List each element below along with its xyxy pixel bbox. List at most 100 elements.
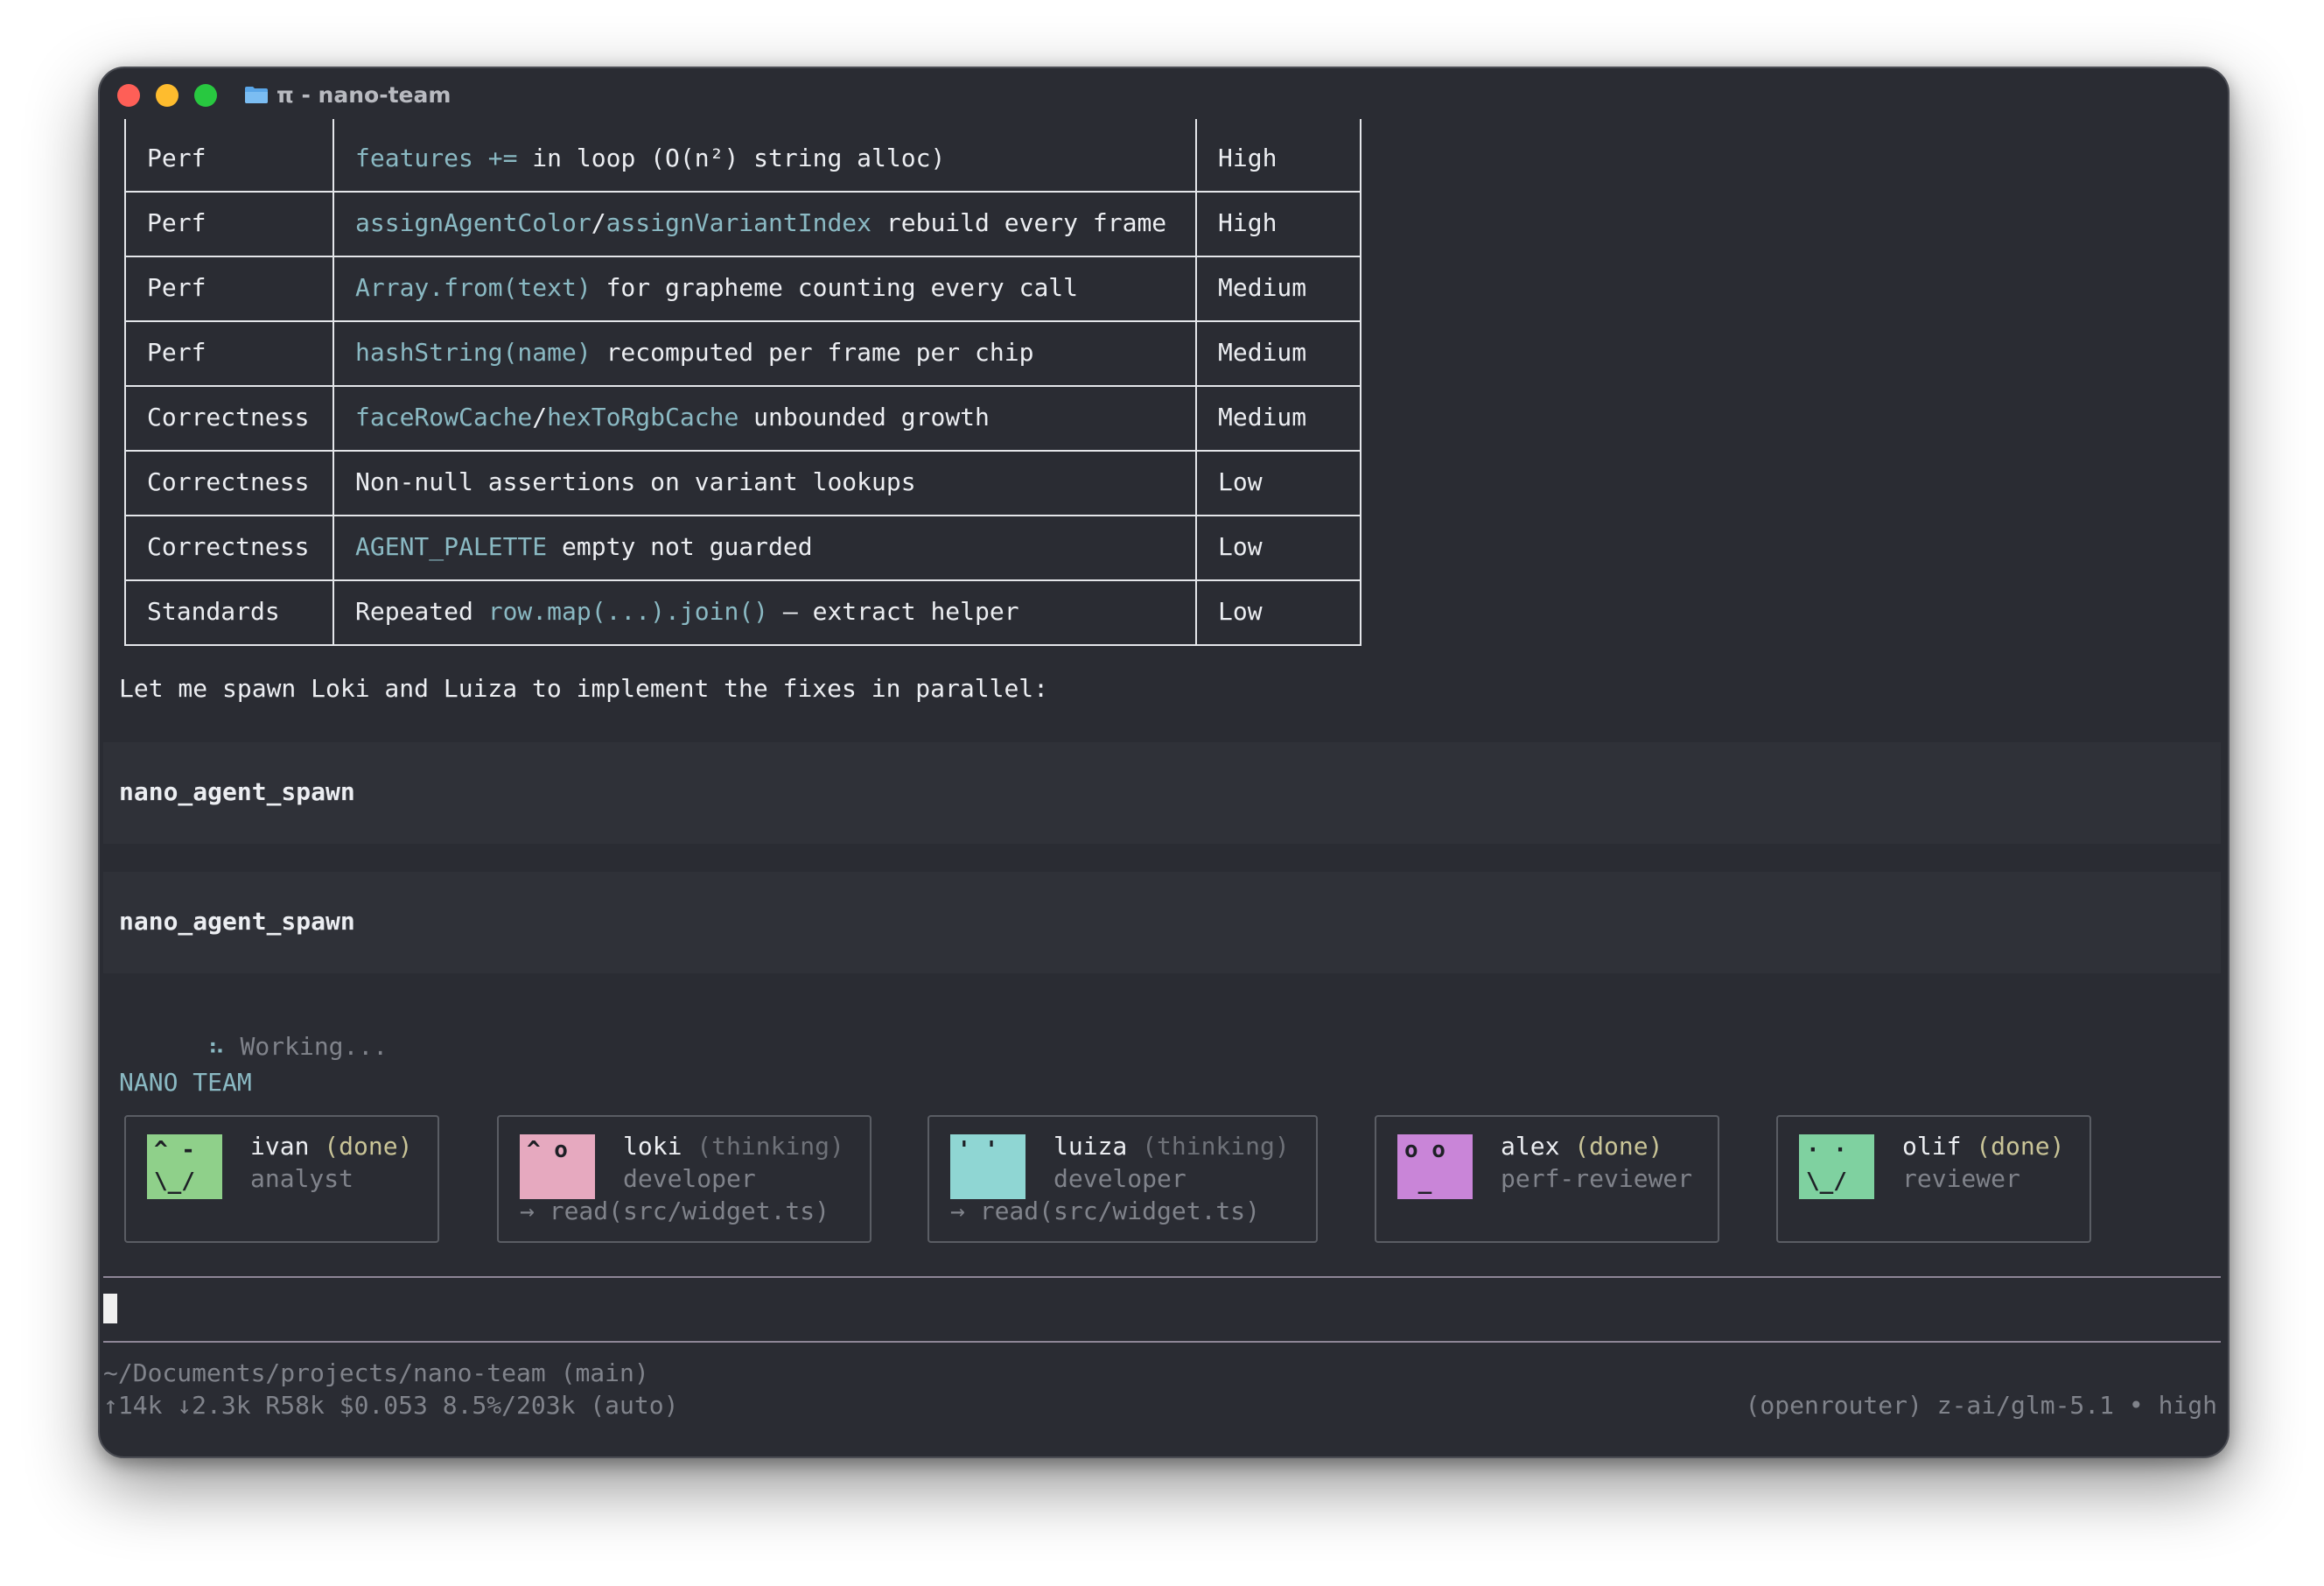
category-cell: Perf (147, 338, 206, 367)
agent-activity: → read(src/widget.ts) (950, 1197, 1261, 1225)
text-span: Non-null assertions on variant lookups (355, 467, 916, 496)
category-cell: Standards (147, 597, 280, 626)
agent-state: (done) (1559, 1132, 1663, 1161)
terminal-window: π - nano-team Perf features += in loop (O… (98, 67, 2230, 1458)
table-border (1360, 119, 1362, 644)
code-span: hashString(name) (355, 338, 592, 367)
agent-name-line: ivan (done) (250, 1131, 412, 1162)
agent-avatar: ^ - \_/ (147, 1134, 222, 1199)
code-span: row.map(...).join() (487, 597, 769, 626)
code-span: faceRowCache (355, 403, 533, 432)
agent-name: loki (623, 1132, 682, 1161)
agent-avatar: o o _ (1397, 1134, 1473, 1199)
category-cell: Correctness (147, 403, 310, 432)
footer-path: ~/Documents/projects/nano-team (main) (103, 1358, 649, 1387)
footer-model: (openrouter) z-ai/glm-5.1 • high (1745, 1391, 2217, 1420)
text-span: empty not guarded (547, 532, 813, 561)
status-text: Working... (240, 1032, 388, 1061)
issue-cell: faceRowCache/hexToRgbCache unbounded gro… (355, 385, 990, 450)
severity-cell: High (1218, 144, 1278, 172)
text-cursor[interactable] (103, 1294, 117, 1323)
severity-cell: Medium (1218, 403, 1307, 432)
text-span: / (532, 403, 548, 432)
tool-call-block: nano_agent_spawn (103, 872, 2221, 973)
agent-name-line: alex (done) (1501, 1131, 1662, 1162)
text-span: / (591, 208, 606, 237)
tool-call-name: nano_agent_spawn (119, 907, 355, 936)
agent-state: (thinking) (682, 1132, 844, 1161)
table-row: Perf Array.from(text) for grapheme counti… (124, 256, 1360, 320)
input-top-divider (103, 1276, 2221, 1278)
code-span: AGENT_PALETTE (355, 532, 548, 561)
severity-cell: Medium (1218, 273, 1307, 302)
text-span: rebuild every frame (872, 208, 1167, 237)
team-heading: NANO TEAM (119, 1068, 252, 1097)
spinner-icon: ⠦ (207, 1032, 226, 1061)
tool-call-block: nano_agent_spawn (103, 742, 2221, 844)
agent-name: olif (1902, 1132, 1962, 1161)
table-border (124, 644, 1362, 646)
category-cell: Perf (147, 273, 206, 302)
severity-cell: Low (1218, 467, 1263, 496)
table-row: Perf features += in loop (O(n²) string al… (124, 126, 1360, 191)
severity-cell: Low (1218, 597, 1263, 626)
agent-card-luiza[interactable]: ' ' luiza (thinking) developer → read(src/… (928, 1115, 1318, 1243)
issue-cell: features += in loop (O(n²) string alloc) (355, 126, 945, 191)
agent-card-loki[interactable]: ^ o loki (thinking) developer → read(src/w… (497, 1115, 872, 1243)
issue-cell: hashString(name) recomputed per frame pe… (355, 320, 1033, 385)
text-span: recomputed per frame per chip (591, 338, 1034, 367)
terminal-content: Perf features += in loop (O(n²) string al… (100, 68, 2228, 1456)
issue-cell: Array.from(text) for grapheme counting e… (355, 256, 1078, 320)
category-cell: Correctness (147, 532, 310, 561)
agent-avatar: · · \_/ (1799, 1134, 1874, 1199)
code-span: assignVariantIndex (606, 208, 872, 237)
category-cell: Perf (147, 144, 206, 172)
agent-role: perf-reviewer (1501, 1164, 1693, 1193)
table-row: Standards Repeated row.map(...).join() — … (124, 579, 1360, 644)
agent-role: reviewer (1902, 1164, 2020, 1193)
agent-card-alex[interactable]: o o _ alex (done) perf-reviewer (1375, 1115, 1719, 1243)
agent-state: (thinking) (1127, 1132, 1290, 1161)
agent-role: developer (1054, 1164, 1186, 1193)
agent-role: developer (623, 1164, 756, 1193)
agent-name: alex (1501, 1132, 1560, 1161)
code-span: Array.from(text) (355, 273, 592, 302)
code-span: hexToRgbCache (547, 403, 739, 432)
agent-card-ivan[interactable]: ^ - \_/ivan (done) analyst (124, 1115, 439, 1243)
text-span: unbounded growth (738, 403, 990, 432)
severity-cell: High (1218, 208, 1278, 237)
agent-name-line: luiza (thinking) (1054, 1131, 1290, 1162)
footer-stats: ↑14k ↓2.3k R58k $0.053 8.5%/203k (auto) (103, 1391, 679, 1420)
text-span: for grapheme counting every call (591, 273, 1079, 302)
agent-avatar: ' ' (950, 1134, 1026, 1199)
agent-state: (done) (309, 1132, 413, 1161)
agent-name-line: olif (done) (1902, 1131, 2064, 1162)
code-span: assignAgentColor (355, 208, 592, 237)
agent-activity: → read(src/widget.ts) (520, 1197, 830, 1225)
agent-name: luiza (1054, 1132, 1128, 1161)
category-cell: Correctness (147, 467, 310, 496)
text-span: in loop (O(n²) string alloc) (517, 144, 946, 172)
agent-avatar: ^ o (520, 1134, 595, 1199)
agent-card-olif[interactable]: · · \_/olif (done) reviewer (1776, 1115, 2091, 1243)
agent-role: analyst (250, 1164, 354, 1193)
issue-cell: assignAgentColor/assignVariantIndex rebu… (355, 191, 1166, 256)
table-row: Perf hashString(name) recomputed per fram… (124, 320, 1360, 385)
tool-call-name: nano_agent_spawn (119, 777, 355, 806)
table-row: Perf assignAgentColor/assignVariantIndex … (124, 191, 1360, 256)
severity-cell: Medium (1218, 338, 1307, 367)
category-cell: Perf (147, 208, 206, 237)
agent-name: ivan (250, 1132, 310, 1161)
agent-state: (done) (1961, 1132, 2065, 1161)
table-row: Correctness faceRowCache/hexToRgbCache un… (124, 385, 1360, 450)
assistant-message: Let me spawn Loki and Luiza to implement… (119, 674, 1049, 703)
issue-cell: Non-null assertions on variant lookups (355, 450, 916, 515)
input-bottom-divider (103, 1341, 2221, 1343)
text-span: Repeated (355, 597, 488, 626)
table-row: Correctness Non-null assertions on varian… (124, 450, 1360, 515)
code-span: features += (355, 144, 518, 172)
text-span: — extract helper (768, 597, 1019, 626)
severity-cell: Low (1218, 532, 1263, 561)
issue-cell: Repeated row.map(...).join() — extract h… (355, 579, 1019, 644)
issue-cell: AGENT_PALETTE empty not guarded (355, 515, 813, 579)
